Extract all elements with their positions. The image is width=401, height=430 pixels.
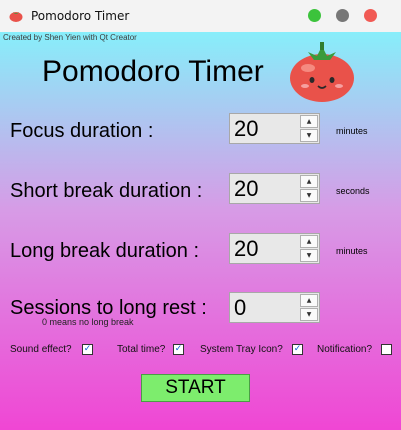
- notification-label: Notification?: [317, 344, 373, 355]
- title-bar[interactable]: Pomodoro Timer: [0, 0, 401, 33]
- system-tray-icon-checkbox[interactable]: ✓: [292, 344, 303, 355]
- total-time-checkbox[interactable]: ✓: [173, 344, 184, 355]
- focus-duration-label: Focus duration :: [10, 120, 154, 142]
- main-panel: Created by Shen Yien with Qt Creator Pom…: [0, 32, 401, 430]
- sound-effect-label: Sound effect?: [10, 344, 72, 355]
- sessions-value[interactable]: 0: [234, 295, 246, 321]
- sound-effect-checkbox[interactable]: ✓: [82, 344, 93, 355]
- credit-text: Created by Shen Yien with Qt Creator: [3, 33, 137, 42]
- long-break-increment[interactable]: ▲: [300, 235, 318, 248]
- start-button[interactable]: START: [141, 374, 250, 402]
- short-break-value[interactable]: 20: [234, 176, 258, 202]
- focus-duration-increment[interactable]: ▲: [300, 115, 318, 128]
- long-break-value[interactable]: 20: [234, 236, 258, 262]
- long-break-spinbox[interactable]: 20 ▲ ▼: [229, 233, 320, 264]
- short-break-decrement[interactable]: ▼: [300, 189, 318, 202]
- system-tray-icon-label: System Tray Icon?: [200, 344, 283, 355]
- page-title: Pomodoro Timer: [42, 55, 264, 88]
- focus-duration-value[interactable]: 20: [234, 116, 258, 142]
- focus-duration-spinbox[interactable]: 20 ▲ ▼: [229, 113, 320, 144]
- focus-duration-unit: minutes: [336, 126, 368, 136]
- sessions-hint: 0 means no long break: [42, 317, 134, 327]
- maximize-button[interactable]: [308, 9, 321, 22]
- tomato-icon: [9, 12, 23, 22]
- short-break-increment[interactable]: ▲: [300, 175, 318, 188]
- notification-checkbox[interactable]: [381, 344, 392, 355]
- focus-duration-decrement[interactable]: ▼: [300, 129, 318, 142]
- short-break-spinbox[interactable]: 20 ▲ ▼: [229, 173, 320, 204]
- long-break-unit: minutes: [336, 246, 368, 256]
- window-title: Pomodoro Timer: [31, 9, 130, 23]
- long-break-label: Long break duration :: [10, 240, 200, 262]
- short-break-label: Short break duration :: [10, 180, 203, 202]
- app-window: Pomodoro Timer Created by Shen Yien with…: [0, 0, 401, 430]
- sessions-increment[interactable]: ▲: [300, 294, 318, 307]
- tomato-mascot: [290, 42, 354, 102]
- close-button[interactable]: [364, 9, 377, 22]
- sessions-decrement[interactable]: ▼: [300, 308, 318, 321]
- sessions-spinbox[interactable]: 0 ▲ ▼: [229, 292, 320, 323]
- minimize-button[interactable]: [336, 9, 349, 22]
- long-break-decrement[interactable]: ▼: [300, 249, 318, 262]
- total-time-label: Total time?: [117, 344, 166, 355]
- short-break-unit: seconds: [336, 186, 370, 196]
